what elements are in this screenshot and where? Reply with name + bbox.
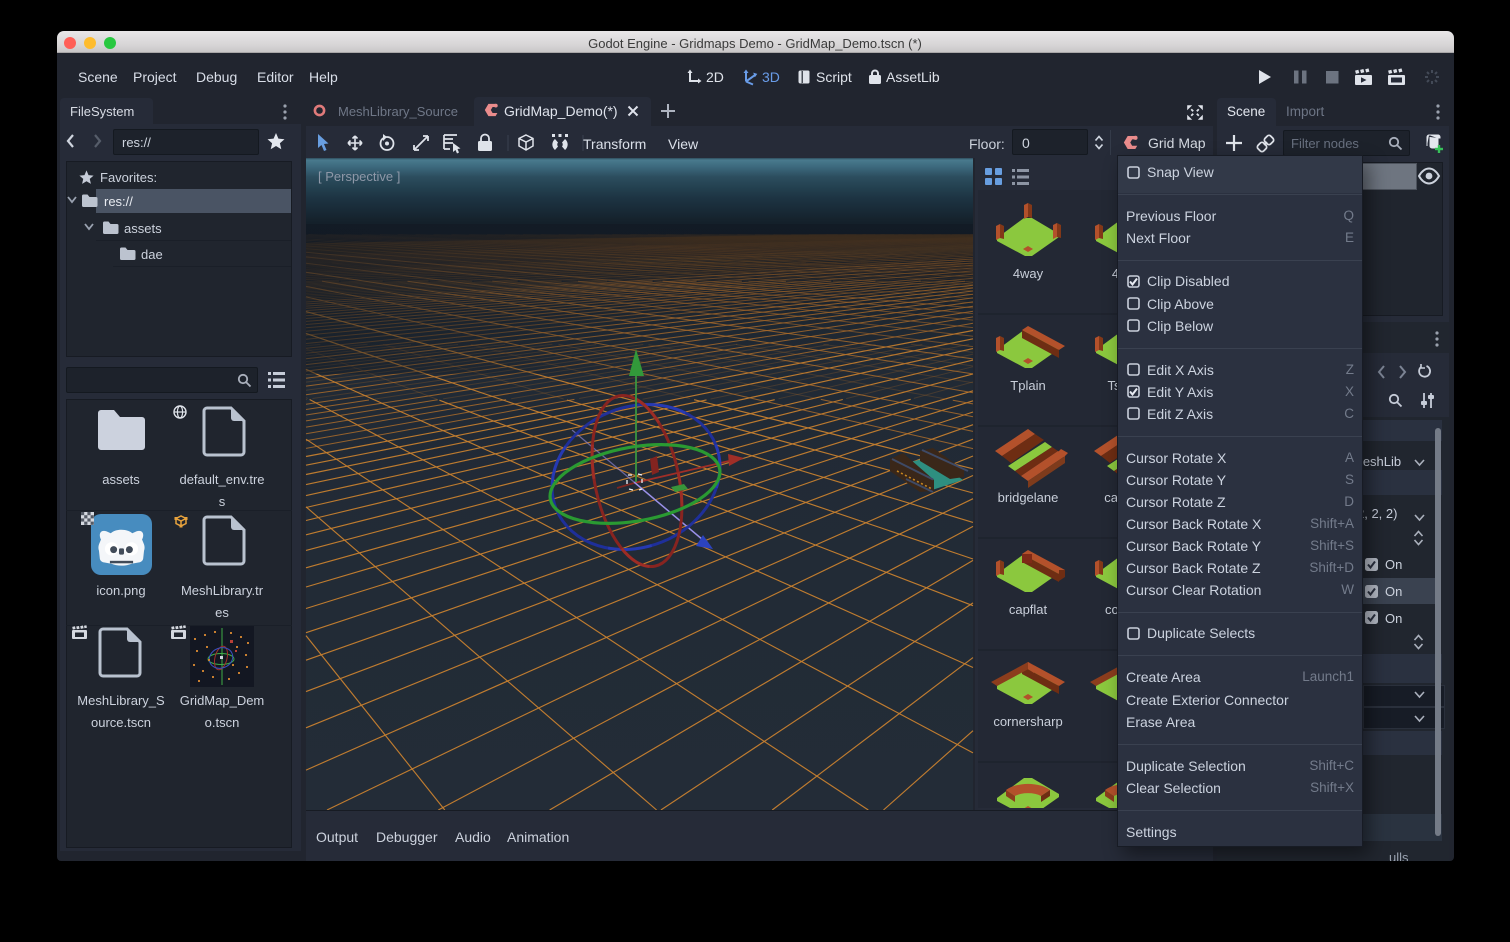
svg-text:Tplain: Tplain [1010,378,1045,393]
svg-text:bridgelane: bridgelane [998,490,1059,505]
svg-text:[ Perspective ]: [ Perspective ] [318,169,400,184]
svg-text:On: On [1385,557,1402,572]
svg-text:cornersharp: cornersharp [993,714,1062,729]
svg-text:capflat: capflat [1009,602,1048,617]
svg-text:On: On [1385,584,1402,599]
svg-text:On: On [1385,611,1402,626]
svg-text:4way: 4way [1013,266,1044,281]
